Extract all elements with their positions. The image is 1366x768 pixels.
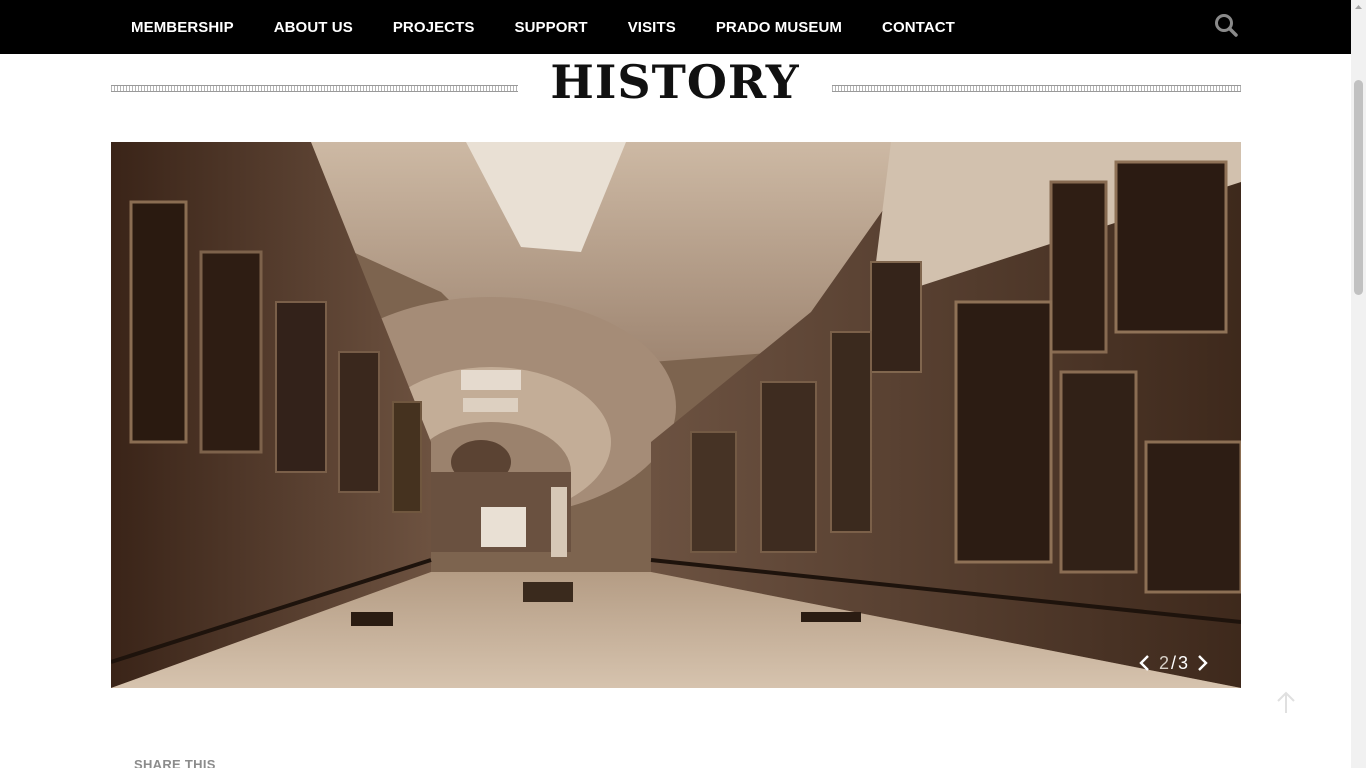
top-navigation-bar: MEMBERSHIP ABOUT US PROJECTS SUPPORT VIS… [0, 0, 1351, 54]
slide-total: 3 [1178, 652, 1189, 673]
heading-rule-left [111, 85, 518, 92]
nav-item-visits[interactable]: VISITS [628, 19, 676, 36]
main-menu: MEMBERSHIP ABOUT US PROJECTS SUPPORT VIS… [131, 0, 995, 54]
page-title: HISTORY [550, 55, 800, 109]
heading-rule-right [832, 85, 1241, 92]
chevron-right-icon[interactable] [1192, 652, 1212, 674]
scroll-up-arrow-icon[interactable] [1351, 0, 1366, 15]
nav-item-projects[interactable]: PROJECTS [393, 19, 475, 36]
nav-item-contact[interactable]: CONTACT [882, 19, 955, 36]
chevron-left-icon[interactable] [1135, 652, 1155, 674]
search-icon [1215, 14, 1238, 37]
slide-counter: 2/3 [1159, 653, 1188, 674]
gallery-photo [111, 142, 1241, 688]
image-slider[interactable]: 2/3 [111, 142, 1241, 688]
nav-item-membership[interactable]: MEMBERSHIP [131, 19, 234, 36]
vertical-scrollbar[interactable] [1351, 0, 1366, 768]
search-button[interactable] [1214, 13, 1240, 39]
back-to-top-button[interactable] [1274, 690, 1298, 716]
nav-item-about-us[interactable]: ABOUT US [274, 19, 353, 36]
slider-controls: 2/3 [1135, 651, 1212, 675]
nav-item-prado-museum[interactable]: PRADO MUSEUM [716, 19, 842, 36]
slide-current: 2 [1159, 652, 1170, 673]
slide-separator: / [1171, 652, 1177, 673]
arrow-up-icon [1277, 691, 1295, 713]
nav-item-support[interactable]: SUPPORT [514, 19, 587, 36]
share-this-label: SHARE THIS [134, 757, 216, 768]
page-heading: HISTORY [111, 54, 1241, 114]
scrollbar-thumb[interactable] [1354, 80, 1363, 295]
